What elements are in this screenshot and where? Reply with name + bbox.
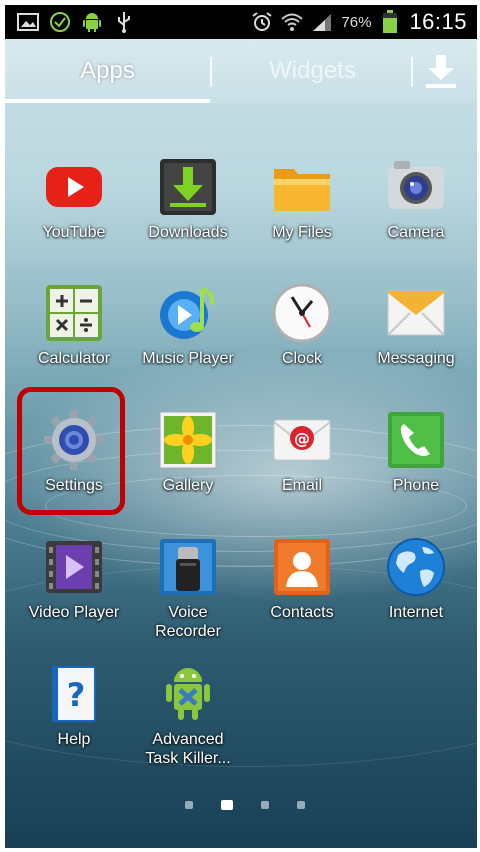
app-label: Camera [387,224,445,241]
app-music-player[interactable]: Music Player [130,281,246,401]
page-dot[interactable] [185,801,193,809]
app-label: Phone [392,477,440,494]
alarm-icon [251,11,273,33]
download-icon[interactable] [423,53,459,89]
page-dot[interactable] [261,801,269,809]
tab-widgets-label: Widgets [269,57,356,84]
video-player-icon [42,535,106,599]
battery-icon [379,10,401,33]
tab-divider [411,57,413,87]
settings-highlight-box [17,387,125,515]
app-label: Video Player [28,604,120,621]
tab-apps[interactable]: Apps [5,39,210,103]
app-phone[interactable]: Phone [358,408,474,528]
clock-icon [270,281,334,345]
app-clock[interactable]: Clock [244,281,360,401]
app-calculator[interactable]: Calculator [16,281,132,401]
downloads-icon [156,155,220,219]
page-indicator [185,800,305,810]
app-youtube[interactable]: YouTube [16,155,132,275]
app-messaging[interactable]: Messaging [358,281,474,401]
app-contacts[interactable]: Contacts [244,535,360,655]
app-label: Downloads [148,224,228,241]
app-label: Voice Recorder [155,604,221,640]
wifi-icon [281,11,304,33]
app-advanced-task-killer[interactable]: Advanced Task Killer... [130,662,246,782]
page-dot-active[interactable] [221,800,233,810]
help-book-icon: ? [42,662,106,726]
app-label: Advanced Task Killer... [145,731,231,767]
app-label: Email [281,477,322,494]
app-label: Messaging [377,350,455,367]
app-label: Clock [281,350,322,367]
tab-bar: Apps Widgets [5,39,477,103]
contacts-icon [270,535,334,599]
app-label: Internet [388,604,444,621]
phone-icon [384,408,448,472]
camera-icon [384,155,448,219]
globe-icon [384,535,448,599]
svg-text:?: ? [67,676,86,714]
tab-widgets[interactable]: Widgets [215,39,410,103]
music-icon [156,281,220,345]
picture-icon [17,11,39,33]
app-label: Music Player [142,350,234,367]
envelope-icon [384,281,448,345]
signal-icon [311,11,333,33]
app-video-player[interactable]: Video Player [16,535,132,655]
check-circle-icon [49,11,71,33]
tab-divider [210,57,212,87]
usb-icon [113,11,135,33]
app-label: Help [57,731,91,748]
svg-text:@: @ [294,429,310,448]
page-dot[interactable] [297,801,305,809]
email-icon: @ [270,408,334,472]
microphone-icon [156,535,220,599]
app-label: Calculator [37,350,111,367]
status-bar: 76% 16:15 [5,5,477,39]
youtube-icon [42,155,106,219]
active-tab-indicator [5,99,210,103]
app-camera[interactable]: Camera [358,155,474,275]
battery-percent: 76% [341,13,372,31]
app-downloads[interactable]: Downloads [130,155,246,275]
app-label: Contacts [270,604,334,621]
app-label: Gallery [162,477,214,494]
android-icon [81,11,103,33]
tab-apps-label: Apps [80,57,135,84]
app-internet[interactable]: Internet [358,535,474,655]
android-task-killer-icon [156,662,220,726]
home-screen: 76% 16:15 Apps Widgets YouTube Downloads… [5,5,477,848]
calculator-icon [42,281,106,345]
app-email[interactable]: @ Email [244,408,360,528]
status-time: 16:15 [409,9,467,34]
folder-icon [270,155,334,219]
app-help[interactable]: ? Help [16,662,132,782]
app-my-files[interactable]: My Files [244,155,360,275]
app-gallery[interactable]: Gallery [130,408,246,528]
app-label: YouTube [42,224,106,241]
app-voice-recorder[interactable]: Voice Recorder [130,535,246,655]
app-label: My Files [272,224,332,241]
gallery-icon [156,408,220,472]
